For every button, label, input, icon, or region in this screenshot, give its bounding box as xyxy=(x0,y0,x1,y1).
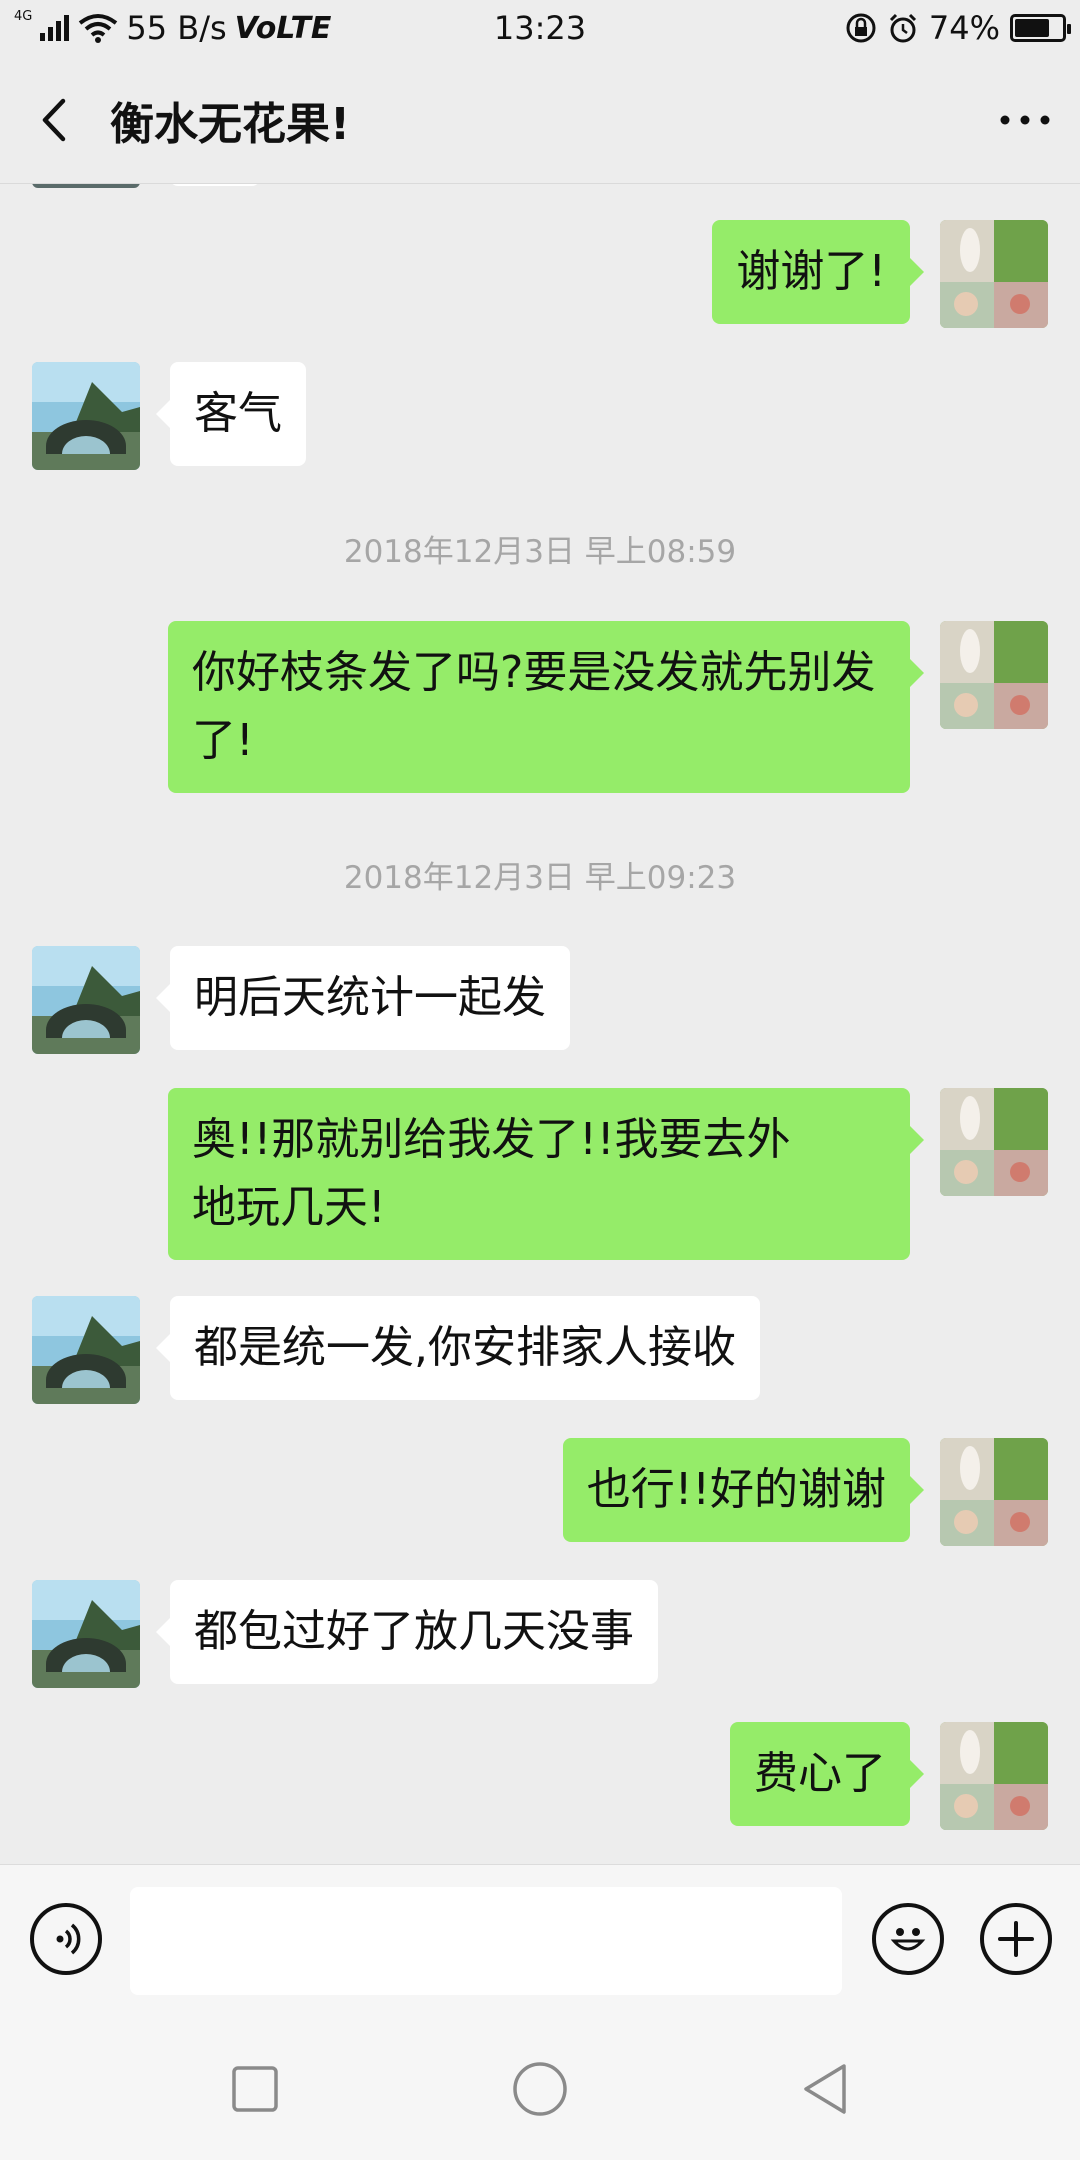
avatar-self-image xyxy=(940,1722,1048,1830)
avatar-contact-image xyxy=(32,1296,140,1404)
plus-icon xyxy=(998,1921,1034,1957)
battery-icon xyxy=(1010,14,1071,42)
lock-rotation-icon xyxy=(846,13,876,43)
avatar-contact[interactable] xyxy=(32,946,140,1054)
avatar-contact-image xyxy=(32,362,140,470)
avatar-self-image xyxy=(940,220,1048,328)
avatar-contact-image xyxy=(32,1580,140,1688)
avatar-self[interactable] xyxy=(940,1438,1048,1546)
avatar-self[interactable] xyxy=(940,220,1048,328)
back-button[interactable] xyxy=(0,56,110,183)
message-bubble-self[interactable]: 你好枝条发了吗?要是没发就先别发 了! xyxy=(168,621,924,793)
back-arrow-icon xyxy=(42,98,66,141)
timestamp: 2018年12月3日 早上09:23 xyxy=(343,860,737,896)
recents-button[interactable] xyxy=(220,2054,290,2124)
avatar-contact[interactable] xyxy=(32,362,140,470)
more-icon xyxy=(1000,115,1050,124)
partial-message-top xyxy=(32,184,140,188)
status-left: 4G 55 B/s VoLTE xyxy=(14,8,332,48)
signal-icon xyxy=(40,15,70,41)
message-bubble-self[interactable]: 谢谢了! xyxy=(712,220,924,324)
more-button[interactable] xyxy=(970,56,1080,183)
battery-percent: 74% xyxy=(928,9,1000,47)
wifi-icon xyxy=(79,14,118,43)
emoji-icon xyxy=(890,1928,926,1951)
emoji-button[interactable] xyxy=(872,1903,944,1975)
battery-fill xyxy=(1015,19,1050,37)
back-nav-button[interactable] xyxy=(790,2054,860,2124)
message-bubble-contact[interactable]: 客气 xyxy=(156,362,306,466)
plus-button[interactable] xyxy=(980,1903,1052,1975)
status-bar: 4G 55 B/s VoLTE 13:23 74% xyxy=(0,0,1080,56)
message-bubble-self[interactable]: 费心了 xyxy=(730,1722,924,1826)
recents-icon xyxy=(232,2066,278,2112)
message-line: 奥!!那就别给我发了!!我要去外 xyxy=(192,1114,791,1165)
avatar-contact-image xyxy=(32,946,140,1054)
message-line: 了! xyxy=(192,715,254,766)
status-right: 74% xyxy=(845,9,1071,47)
home-button[interactable] xyxy=(505,2054,575,2124)
avatar-self-image xyxy=(940,1438,1048,1546)
avatar-self-image xyxy=(940,1088,1048,1196)
message-input[interactable] xyxy=(130,1887,842,1995)
avatar-self[interactable] xyxy=(940,1088,1048,1196)
network-speed: 55 B/s xyxy=(126,9,227,47)
timestamp: 2018年12月3日 早上08:59 xyxy=(343,534,737,570)
message-bubble-contact[interactable]: 都包过好了放几天没事 xyxy=(156,1580,658,1684)
avatar-self-image xyxy=(940,621,1048,729)
back-triangle-icon xyxy=(804,2064,846,2114)
chat-title: 衡水无花果! xyxy=(110,98,351,150)
input-bar xyxy=(0,1864,1080,2016)
message-bubble-contact[interactable]: 都是统一发,你安排家人接收 xyxy=(156,1296,760,1400)
voice-button[interactable] xyxy=(30,1903,102,1975)
avatar-contact[interactable] xyxy=(32,1580,140,1688)
system-nav-bar xyxy=(0,2016,1080,2160)
voice-icon xyxy=(56,1923,81,1955)
network-type-label: 4G xyxy=(14,8,33,24)
avatar-self[interactable] xyxy=(940,1722,1048,1830)
volte-label: VoLTE xyxy=(234,10,332,46)
home-icon xyxy=(513,2062,567,2116)
alarm-icon xyxy=(889,13,916,43)
chat-area[interactable]: 谢谢了! 客气 2018年12月3日 早上08:59 你好枝条发了吗?要是没发就… xyxy=(0,184,1080,1864)
clock: 13:23 xyxy=(493,9,587,47)
message-line: 你好枝条发了吗?要是没发就先别发 xyxy=(192,647,876,698)
avatar-self[interactable] xyxy=(940,621,1048,729)
avatar-contact[interactable] xyxy=(32,1296,140,1404)
message-bubble-self[interactable]: 也行!!好的谢谢 xyxy=(562,1438,925,1542)
message-bubble-self[interactable]: 奥!!那就别给我发了!!我要去外 地玩几天! xyxy=(168,1088,924,1260)
partial-bubble-top xyxy=(170,184,260,186)
message-bubble-contact[interactable]: 明后天统计一起发 xyxy=(156,946,570,1050)
message-line: 地玩几天! xyxy=(192,1182,386,1233)
chat-header: 衡水无花果! xyxy=(0,56,1080,184)
